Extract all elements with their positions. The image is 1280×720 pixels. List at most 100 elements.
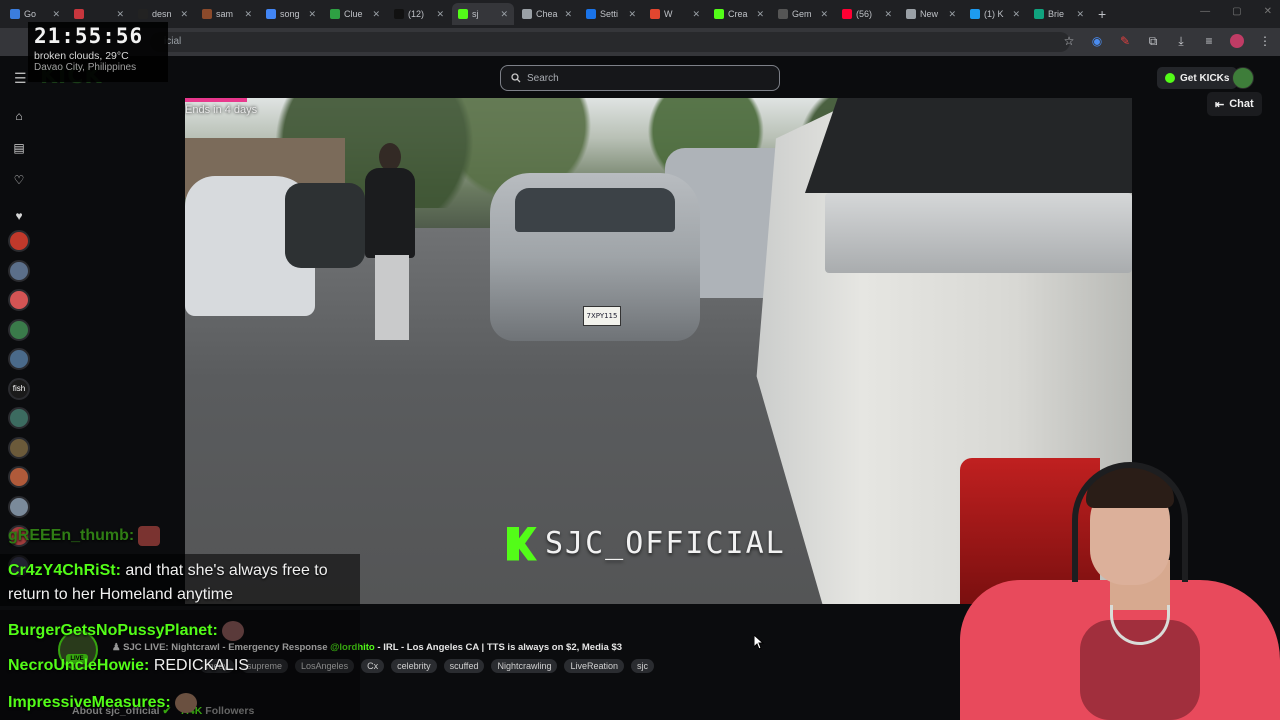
kebab-menu-icon[interactable]: ⋮ — [1258, 34, 1272, 48]
browser-tab[interactable]: New ✕ — [900, 3, 962, 25]
kicks-coin-icon — [1165, 73, 1175, 83]
close-tab-icon[interactable]: ✕ — [52, 9, 60, 20]
address-bar[interactable]: icial — [150, 32, 1070, 52]
profile-icon[interactable] — [1230, 34, 1244, 48]
tab-favicon-icon — [138, 9, 148, 19]
user-avatar[interactable] — [1232, 67, 1254, 89]
tab-favicon-icon — [394, 9, 404, 19]
close-tab-icon[interactable]: ✕ — [436, 9, 444, 20]
followed-channel-avatar[interactable] — [8, 318, 30, 341]
followed-channel-avatar[interactable] — [8, 289, 30, 311]
close-tab-icon[interactable]: ✕ — [756, 9, 764, 20]
tab-favicon-icon — [74, 9, 84, 19]
tab-favicon-icon — [202, 9, 212, 19]
followed-channel-avatar[interactable] — [8, 466, 30, 488]
minimize-icon[interactable]: — — [1200, 6, 1210, 17]
stream-tag[interactable]: sjc — [631, 659, 655, 673]
followed-channel-avatar[interactable] — [8, 436, 30, 459]
close-tab-icon[interactable]: ✕ — [820, 9, 828, 20]
followed-channel-avatar[interactable] — [8, 407, 30, 429]
followed-channel-avatar[interactable] — [8, 348, 30, 370]
close-tab-icon[interactable]: ✕ — [948, 9, 956, 20]
close-tab-icon[interactable]: ✕ — [308, 9, 316, 20]
home-icon[interactable]: ⌂ — [11, 108, 27, 124]
tab-favicon-icon — [842, 9, 852, 19]
browser-tab[interactable]: sam ✕ — [196, 3, 258, 25]
get-kicks-button[interactable]: Get KICKs — [1157, 67, 1238, 89]
browser-tab[interactable]: sj ✕ — [452, 3, 514, 25]
close-tab-icon[interactable]: ✕ — [564, 9, 572, 20]
chat-message: BurgerGetsNoPussyPlanet: — [8, 621, 244, 641]
stream-watermark: SJC_OFFICIAL — [507, 526, 786, 561]
browser-tab[interactable]: Gem ✕ — [772, 3, 834, 25]
stream-tag[interactable]: LiveReation — [564, 659, 625, 673]
stream-tag[interactable]: Nightcrawling — [491, 659, 558, 673]
close-tab-icon[interactable]: ✕ — [244, 9, 252, 20]
tab-title: song — [280, 9, 300, 19]
media-control-icon[interactable]: ≡ — [1202, 34, 1216, 48]
new-tab-button[interactable]: + — [1098, 6, 1106, 22]
browser-tab[interactable]: Clue ✕ — [324, 3, 386, 25]
webcam-overlay — [960, 460, 1280, 720]
clock-location: Davao City, Philippines — [34, 62, 137, 73]
ends-timer: Ends in 4 days — [185, 104, 258, 116]
stream-tag[interactable]: Cx — [361, 659, 385, 673]
chat-message: Cr4zY4ChRiSt: and that she's always free… — [8, 562, 328, 580]
download-icon[interactable]: ⤓ — [1174, 34, 1188, 48]
maximize-icon[interactable]: ▢ — [1232, 6, 1241, 17]
menu-icon[interactable]: ☰ — [14, 70, 27, 87]
tab-favicon-icon — [586, 9, 596, 19]
clock-widget: 21:55:56 broken clouds, 29°C Davao City,… — [28, 22, 168, 82]
extensions-puzzle-icon[interactable]: ⧉ — [1146, 34, 1160, 48]
extension-icon[interactable]: ✎ — [1118, 34, 1132, 48]
close-tab-icon[interactable]: ✕ — [1012, 9, 1020, 20]
bookmark-star-icon[interactable]: ☆ — [1062, 34, 1076, 48]
chat-toggle-button[interactable]: ⇤ Chat — [1207, 92, 1262, 116]
browser-tab[interactable]: Chea ✕ — [516, 3, 578, 25]
search-input[interactable]: Search — [500, 65, 780, 91]
tab-favicon-icon — [266, 9, 276, 19]
close-tab-icon[interactable]: ✕ — [884, 9, 892, 20]
window-controls: — ▢ ✕ — [1200, 6, 1272, 17]
close-tab-icon[interactable]: ✕ — [692, 9, 700, 20]
browser-tab[interactable]: (1) K ✕ — [964, 3, 1026, 25]
browser-tab[interactable]: song ✕ — [260, 3, 322, 25]
close-window-icon[interactable]: ✕ — [1264, 6, 1272, 17]
chat-username: NecroUncleHowie: — [8, 657, 150, 674]
stream-tag[interactable]: scuffed — [443, 659, 485, 673]
followed-channel-avatar[interactable] — [8, 495, 30, 518]
following-icon[interactable]: ♡ — [11, 172, 27, 188]
followed-channel-avatar[interactable] — [8, 259, 30, 282]
browser-toolbar-icons: ☆ ◉ ✎ ⧉ ⤓ ≡ ⋮ — [1062, 34, 1272, 48]
browser-tab[interactable]: (12) ✕ — [388, 3, 450, 25]
chat-text: and that she's always free to — [125, 562, 328, 579]
close-tab-icon[interactable]: ✕ — [116, 9, 124, 20]
chat-overlay: gREEEn_thumb: Cr4zY4ChRiSt: and that she… — [0, 520, 360, 720]
clock-time: 21:55:56 — [34, 24, 144, 48]
close-tab-icon[interactable]: ✕ — [628, 9, 636, 20]
tab-title: sam — [216, 9, 234, 19]
browser-tab[interactable]: (56) ✕ — [836, 3, 898, 25]
tab-favicon-icon — [10, 9, 20, 19]
stream-tag[interactable]: celebrity — [391, 659, 437, 673]
close-tab-icon[interactable]: ✕ — [500, 9, 508, 20]
browser-tab[interactable]: Setti ✕ — [580, 3, 642, 25]
close-tab-icon[interactable]: ✕ — [1076, 9, 1084, 20]
browser-tab[interactable]: Brie ✕ — [1028, 3, 1090, 25]
search-icon — [511, 73, 521, 83]
close-tab-icon[interactable]: ✕ — [180, 9, 188, 20]
browse-icon[interactable]: ▤ — [11, 140, 27, 156]
chat-collapse-icon: ⇤ — [1215, 98, 1225, 111]
extension-icon[interactable]: ◉ — [1090, 34, 1104, 48]
prediction-progress-bar — [185, 98, 247, 102]
followed-channel-avatar[interactable]: fish — [8, 377, 30, 400]
close-tab-icon[interactable]: ✕ — [372, 9, 380, 20]
favorites-heart-icon[interactable]: ♥ — [11, 208, 27, 224]
browser-toolbar: icial ☆ ◉ ✎ ⧉ ⤓ ≡ ⋮ — [0, 28, 1280, 56]
followed-channel-avatar[interactable] — [8, 230, 30, 252]
browser-tab[interactable]: Crea ✕ — [708, 3, 770, 25]
tab-title: (1) K — [984, 9, 1004, 19]
emote-icon — [174, 693, 197, 713]
browser-tab[interactable]: W ✕ — [644, 3, 706, 25]
tab-title: sj — [472, 9, 479, 19]
